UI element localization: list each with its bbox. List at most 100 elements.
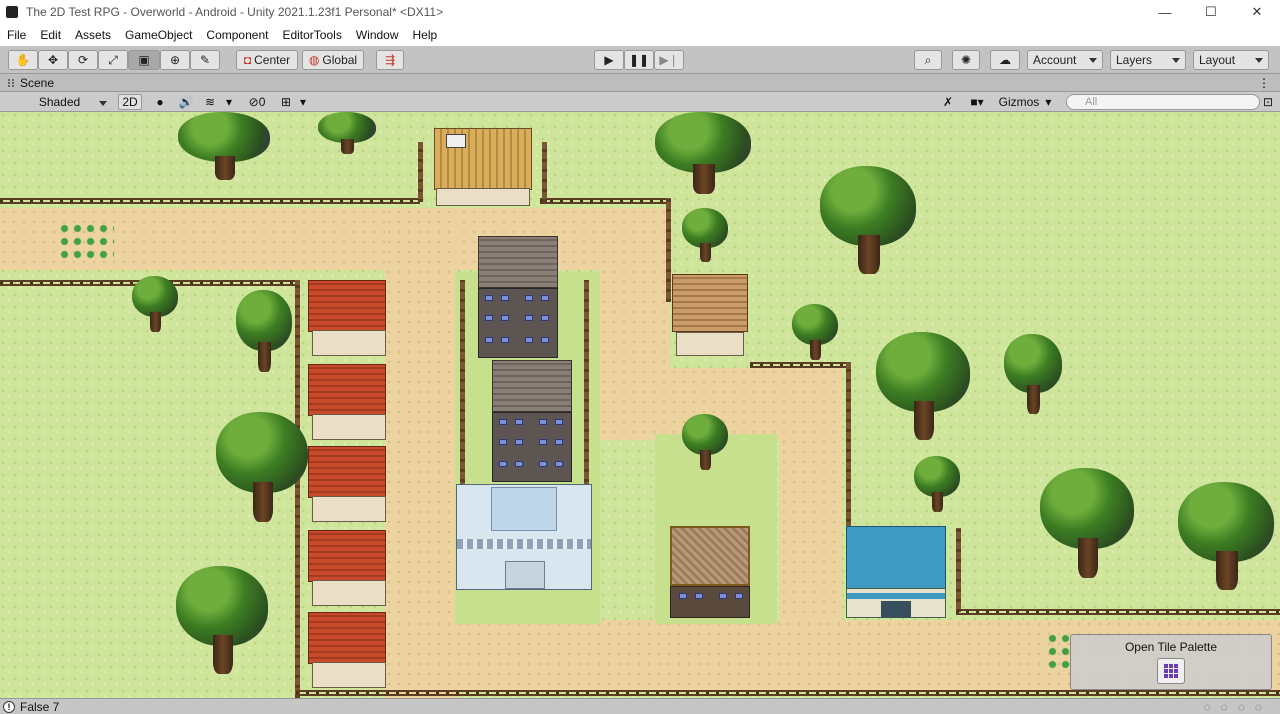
tree <box>1178 482 1274 590</box>
wooden-house-roof <box>672 274 748 332</box>
pause-button[interactable]: ❚❚ <box>624 50 654 70</box>
fence <box>846 362 851 542</box>
search-options-icon[interactable]: ⊡ <box>1260 94 1276 110</box>
apartment-roof <box>492 360 572 412</box>
red-roof-house <box>308 280 386 332</box>
scene-visibility-toggle[interactable]: ⊘ 0 <box>242 94 272 110</box>
close-button[interactable]: ✕ <box>1234 0 1280 24</box>
audio-icon[interactable]: 🔊 <box>176 94 196 110</box>
tab-scene[interactable]: Scene <box>20 76 54 90</box>
mode-2d-toggle[interactable]: 2D <box>118 94 142 110</box>
info-icon: ! <box>3 700 15 713</box>
fence <box>956 609 1280 615</box>
services-icon[interactable]: ✺ <box>952 50 980 70</box>
transform-tool-icon[interactable]: ⊕ <box>160 50 190 70</box>
effects-dropdown-icon[interactable]: ▾ <box>222 94 236 110</box>
move-tool-icon[interactable]: ✥ <box>38 50 68 70</box>
tree <box>178 112 270 180</box>
layout-dropdown[interactable]: Layout <box>1193 50 1269 70</box>
fence <box>0 198 420 204</box>
status-icons: ◌◌◌◌ <box>1203 699 1272 714</box>
effects-icon[interactable]: ≋ <box>200 94 220 110</box>
gizmos-label: Gizmos <box>998 95 1040 109</box>
step-button[interactable]: ▶❘ <box>654 50 684 70</box>
unity-logo-icon <box>6 6 18 18</box>
apartment-building <box>478 288 558 358</box>
tree <box>132 276 178 332</box>
pivot-rotation-button[interactable]: ◍ Global <box>302 50 364 70</box>
grid-icon[interactable]: ⊞ <box>276 94 296 110</box>
scene-viewport[interactable] <box>0 112 1280 698</box>
rotate-tool-icon[interactable]: ⟳ <box>68 50 98 70</box>
apartment-roof <box>478 236 558 288</box>
menu-edit[interactable]: Edit <box>33 28 68 42</box>
fence <box>460 280 465 502</box>
dirt-path <box>600 208 670 368</box>
snap-grid-icon[interactable]: ⇶ <box>376 50 404 70</box>
draw-mode-dropdown[interactable]: Shaded <box>2 94 112 110</box>
tree <box>792 304 838 360</box>
scene-search-input[interactable]: All <box>1066 94 1260 110</box>
maximize-button[interactable]: ☐ <box>1188 0 1234 24</box>
grid-dropdown-icon[interactable]: ▾ <box>296 94 310 110</box>
house-wall <box>436 188 530 206</box>
minimize-button[interactable]: — <box>1142 0 1188 24</box>
red-roof-house <box>308 446 386 498</box>
scale-tool-icon[interactable]: ⤢ <box>98 50 128 70</box>
cloud-icon[interactable]: ☁ <box>990 50 1020 70</box>
fence <box>418 142 423 202</box>
fence <box>542 142 547 202</box>
menu-gameobject[interactable]: GameObject <box>118 28 199 42</box>
main-toolbar: ✋ ✥ ⟳ ⤢ ▣ ⊕ ✎ ◘ Center ◍ Global ⇶ ▶ ❚❚ ▶… <box>0 46 1280 74</box>
tree <box>876 332 970 440</box>
red-roof-house <box>308 530 386 582</box>
status-message[interactable]: False 7 <box>20 700 59 714</box>
search-icon[interactable]: ⌕ <box>914 50 942 70</box>
shop-roof <box>670 526 750 586</box>
blue-roof-building <box>846 526 946 590</box>
chimney <box>446 134 466 148</box>
tools-icon[interactable]: ✗ <box>938 94 958 110</box>
blue-building-wall <box>846 588 946 618</box>
lighting-icon[interactable]: ● <box>150 94 170 110</box>
gizmos-chevron-down-icon: ▾ <box>1045 95 1052 109</box>
menu-editortools[interactable]: EditorTools <box>275 28 348 42</box>
tree <box>1004 334 1062 414</box>
custom-tool-icon[interactable]: ✎ <box>190 50 220 70</box>
hidden-count: 0 <box>258 95 266 109</box>
gizmos-dropdown[interactable]: Gizmos ▾ <box>994 94 1056 110</box>
layers-dropdown[interactable]: Layers <box>1110 50 1186 70</box>
fence <box>584 280 589 502</box>
title-bar: The 2D Test RPG - Overworld - Android - … <box>0 0 1280 24</box>
tree <box>682 208 728 262</box>
house-wall <box>312 662 386 688</box>
dirt-path <box>780 368 842 628</box>
menu-help[interactable]: Help <box>406 28 445 42</box>
menu-window[interactable]: Window <box>349 28 406 42</box>
fence <box>956 528 961 612</box>
tile-palette-button[interactable] <box>1157 658 1185 684</box>
tab-menu-icon[interactable]: ⋮ <box>1258 76 1270 90</box>
tree <box>820 166 916 274</box>
house-wall <box>312 330 386 356</box>
hand-tool-icon[interactable]: ✋ <box>8 50 38 70</box>
menu-assets[interactable]: Assets <box>68 28 118 42</box>
scene-toolbar: Shaded 2D ● 🔊 ≋ ▾ ⊘ 0 ⊞ ▾ ✗ ■▾ Gizmos ▾ … <box>0 92 1280 112</box>
status-bar: ! False 7 ◌◌◌◌ <box>0 698 1280 714</box>
apartment-building <box>492 412 572 482</box>
menu-file[interactable]: File <box>0 28 33 42</box>
fence <box>750 362 850 368</box>
shop-building <box>670 586 750 618</box>
tree <box>682 414 728 470</box>
pivot-mode-button[interactable]: ◘ Center <box>236 50 298 70</box>
pivot-rotation-label: Global <box>322 53 358 67</box>
red-roof-house <box>308 364 386 416</box>
account-dropdown[interactable]: Account <box>1027 50 1103 70</box>
camera-icon[interactable]: ■▾ <box>962 94 992 110</box>
play-button[interactable]: ▶ <box>594 50 624 70</box>
rect-tool-icon[interactable]: ▣ <box>128 50 160 70</box>
tree <box>176 566 268 674</box>
window-title: The 2D Test RPG - Overworld - Android - … <box>26 5 444 19</box>
fence <box>296 690 1280 696</box>
menu-component[interactable]: Component <box>199 28 275 42</box>
